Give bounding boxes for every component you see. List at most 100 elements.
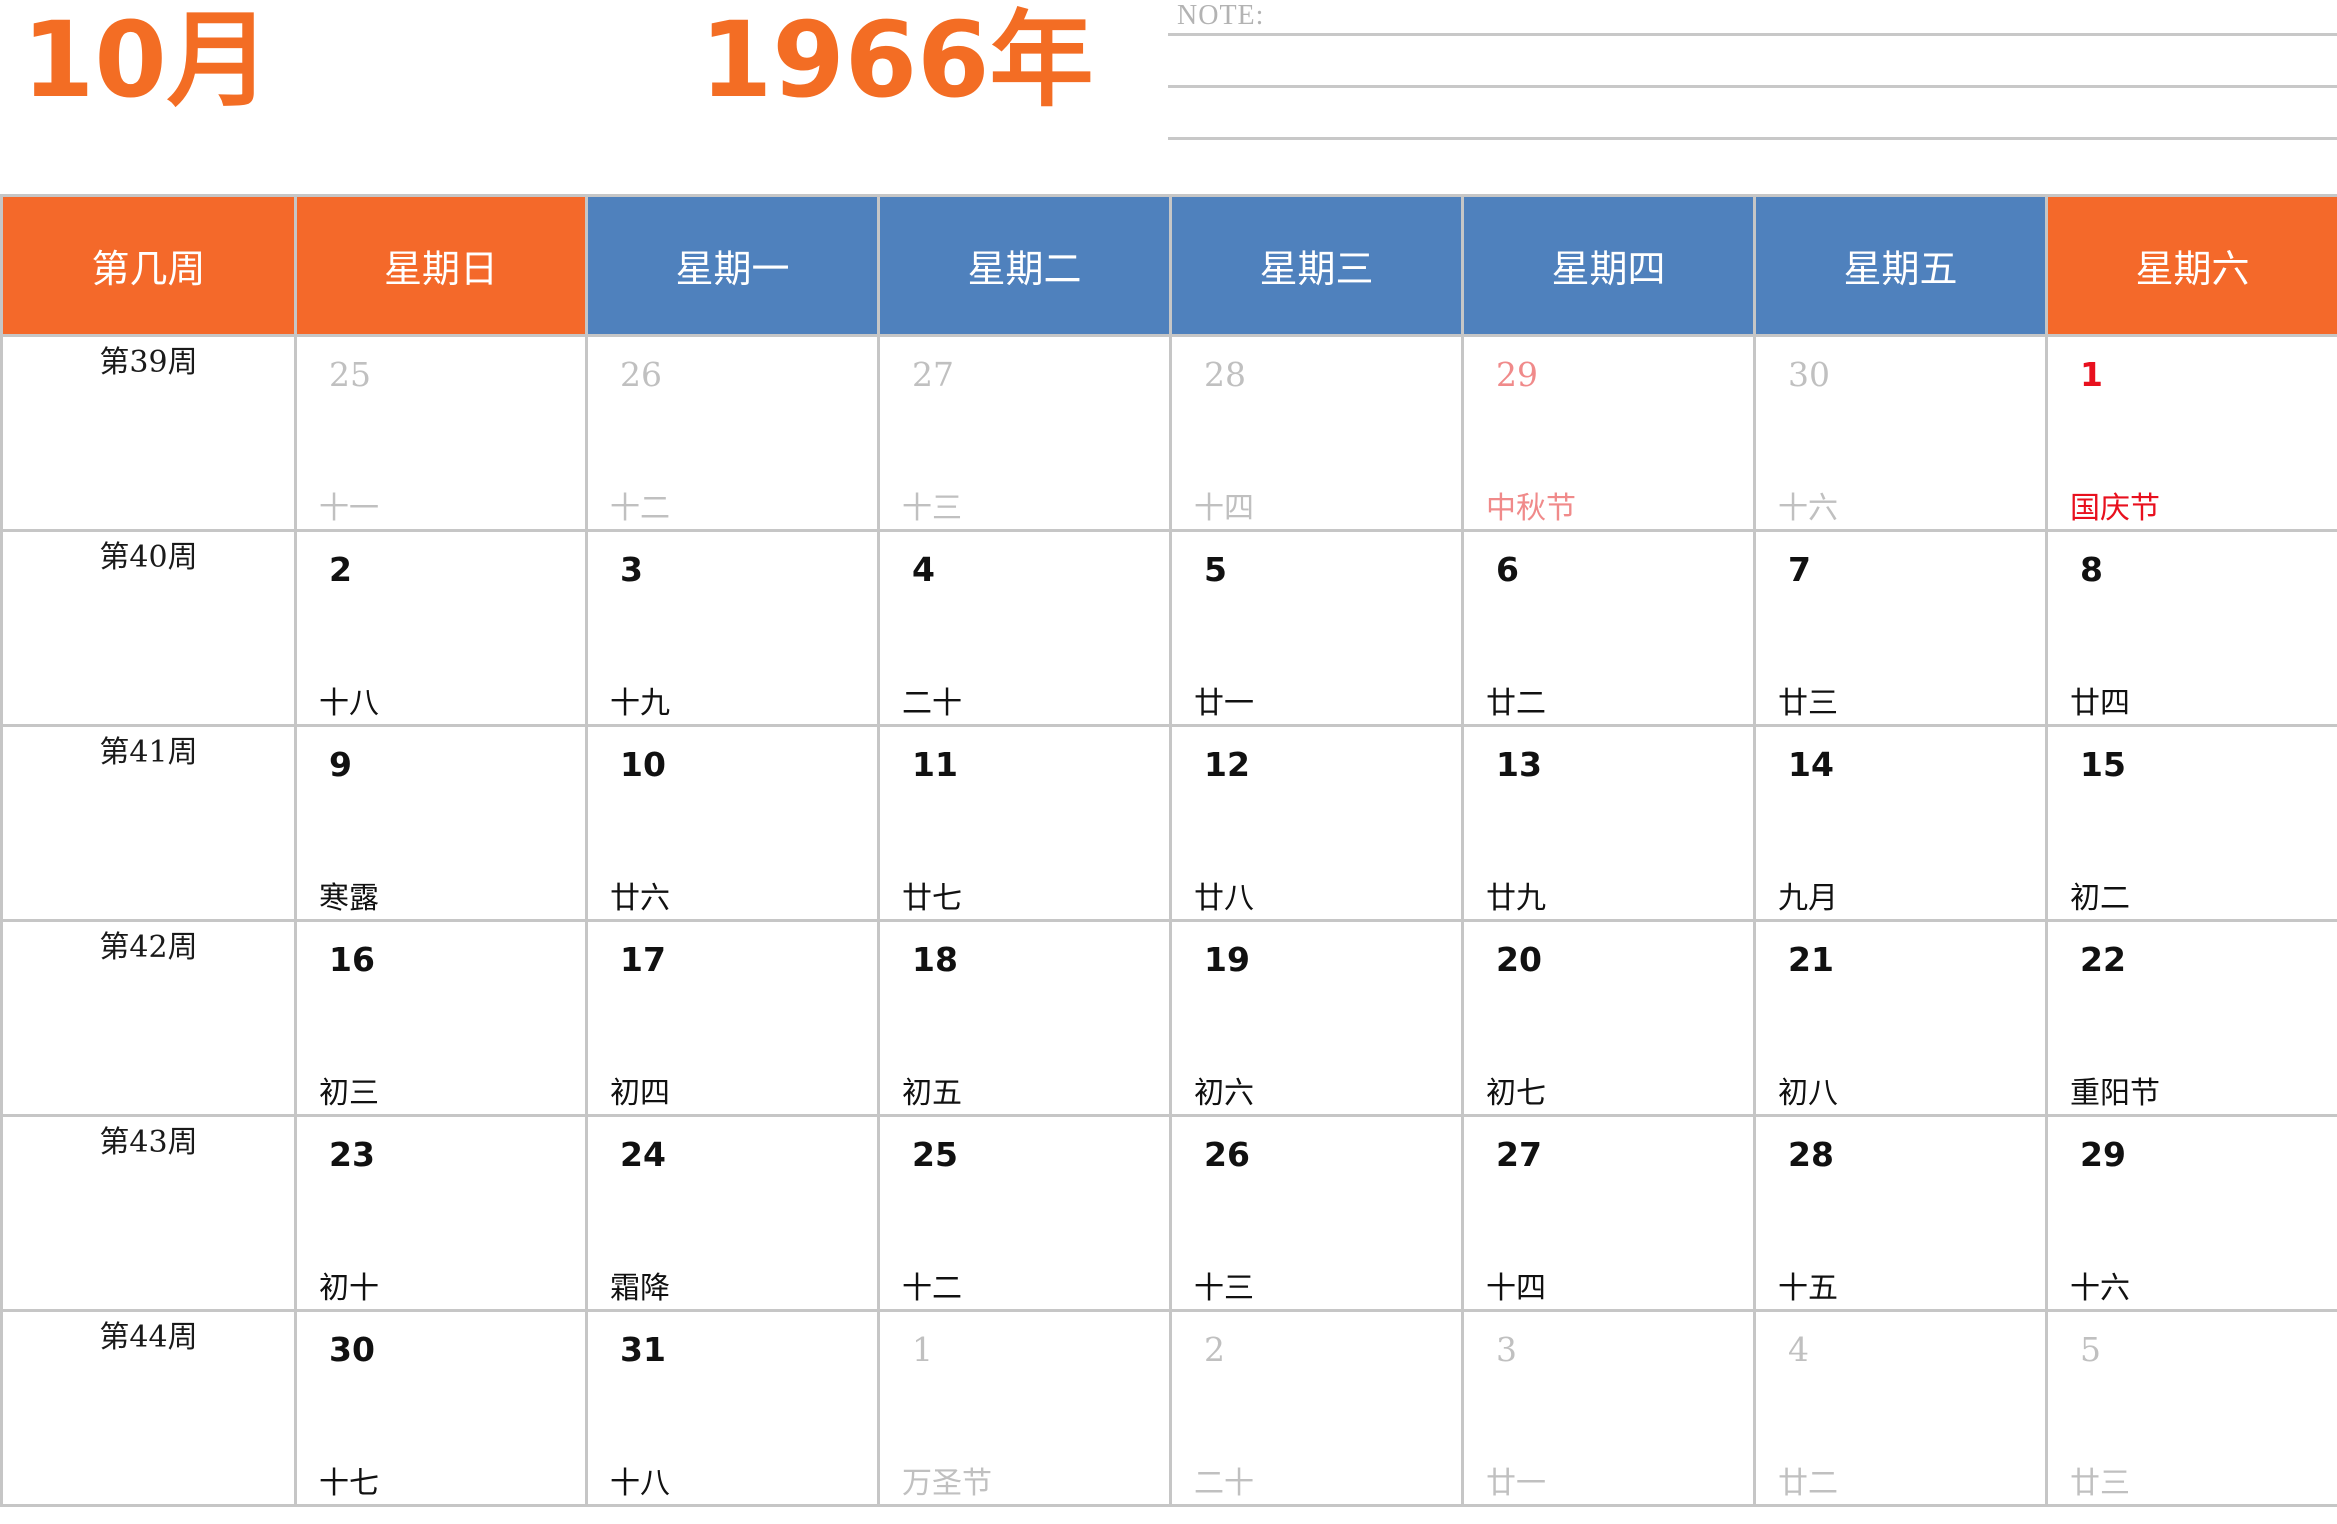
- header-wednesday: 星期三: [1169, 194, 1464, 337]
- day-number: 26: [620, 355, 662, 394]
- calendar-grid: 第几周 星期日 星期一 星期二 星期三 星期四 星期五 星期六 第39周 25 十…: [0, 194, 2337, 1507]
- day-cell[interactable]: 3 廿一: [1461, 1309, 1756, 1507]
- lunar-date: 九月: [1778, 881, 1838, 916]
- day-cell[interactable]: 1 国庆节: [2045, 334, 2337, 532]
- lunar-date: 廿七: [902, 881, 962, 916]
- day-cell[interactable]: 20 初七: [1461, 919, 1756, 1117]
- lunar-date: 十九: [610, 686, 670, 721]
- festival-label: 万圣节: [902, 1466, 992, 1501]
- holiday-label: 国庆节: [2070, 491, 2160, 526]
- day-cell[interactable]: 30 十六: [1753, 334, 2048, 532]
- day-cell[interactable]: 27 十三: [877, 334, 1172, 532]
- day-number: 7: [1788, 550, 1811, 589]
- day-number: 6: [1496, 550, 1519, 589]
- day-cell[interactable]: 25 十二: [877, 1114, 1172, 1312]
- day-cell[interactable]: 13 廿九: [1461, 724, 1756, 922]
- day-cell[interactable]: 7 廿三: [1753, 529, 2048, 727]
- note-line: [1168, 85, 2337, 88]
- lunar-date: 廿一: [1486, 1466, 1546, 1501]
- day-number: 23: [329, 1135, 375, 1174]
- day-cell[interactable]: 17 初四: [585, 919, 880, 1117]
- day-number: 31: [620, 1330, 666, 1369]
- day-cell[interactable]: 9 寒露: [294, 724, 588, 922]
- day-cell[interactable]: 8 廿四: [2045, 529, 2337, 727]
- day-number: 29: [1496, 355, 1538, 394]
- header-thursday: 星期四: [1461, 194, 1756, 337]
- day-number: 22: [2080, 940, 2126, 979]
- lunar-date: 初八: [1778, 1076, 1838, 1111]
- day-cell[interactable]: 27 十四: [1461, 1114, 1756, 1312]
- day-cell[interactable]: 4 廿二: [1753, 1309, 2048, 1507]
- lunar-date: 廿一: [1194, 686, 1254, 721]
- day-number: 27: [1496, 1135, 1542, 1174]
- day-cell[interactable]: 12 廿八: [1169, 724, 1464, 922]
- day-cell[interactable]: 21 初八: [1753, 919, 2048, 1117]
- day-cell[interactable]: 2 十八: [294, 529, 588, 727]
- day-cell[interactable]: 2 二十: [1169, 1309, 1464, 1507]
- lunar-date: 廿三: [1778, 686, 1838, 721]
- day-cell[interactable]: 29 中秋节: [1461, 334, 1756, 532]
- day-cell[interactable]: 19 初六: [1169, 919, 1464, 1117]
- note-label: NOTE:: [1177, 0, 1265, 31]
- day-cell[interactable]: 14 九月: [1753, 724, 2048, 922]
- day-number: 28: [1204, 355, 1246, 394]
- day-cell[interactable]: 5 廿三: [2045, 1309, 2337, 1507]
- lunar-date: 十二: [902, 1271, 962, 1306]
- day-cell[interactable]: 22 重阳节: [2045, 919, 2337, 1117]
- day-number: 11: [912, 745, 958, 784]
- note-line: [1168, 137, 2337, 140]
- day-cell[interactable]: 23 初十: [294, 1114, 588, 1312]
- day-cell[interactable]: 10 廿六: [585, 724, 880, 922]
- day-cell[interactable]: 28 十四: [1169, 334, 1464, 532]
- day-cell[interactable]: 18 初五: [877, 919, 1172, 1117]
- lunar-date: 十七: [319, 1466, 379, 1501]
- day-cell[interactable]: 28 十五: [1753, 1114, 2048, 1312]
- lunar-date: 廿二: [1486, 686, 1546, 721]
- day-number: 2: [329, 550, 352, 589]
- day-number: 29: [2080, 1135, 2126, 1174]
- day-cell[interactable]: 11 廿七: [877, 724, 1172, 922]
- day-cell[interactable]: 26 十二: [585, 334, 880, 532]
- day-cell[interactable]: 16 初三: [294, 919, 588, 1117]
- day-number: 24: [620, 1135, 666, 1174]
- header-friday: 星期五: [1753, 194, 2048, 337]
- lunar-date: 廿九: [1486, 881, 1546, 916]
- week-row: 第39周 25 十一 26 十二 27 十三 28 十四 29 中秋节 30 十六 1 国庆节: [0, 334, 2337, 532]
- day-number: 17: [620, 940, 666, 979]
- lunar-date: 十三: [1194, 1271, 1254, 1306]
- day-cell[interactable]: 24 霜降: [585, 1114, 880, 1312]
- week-number: 第44周: [0, 1309, 297, 1507]
- day-number: 5: [1204, 550, 1227, 589]
- day-cell[interactable]: 6 廿二: [1461, 529, 1756, 727]
- day-number: 30: [1788, 355, 1830, 394]
- day-cell[interactable]: 15 初二: [2045, 724, 2337, 922]
- day-number: 14: [1788, 745, 1834, 784]
- lunar-date: 廿三: [2070, 1466, 2130, 1501]
- week-number: 第42周: [0, 919, 297, 1117]
- day-cell[interactable]: 4 二十: [877, 529, 1172, 727]
- day-cell[interactable]: 26 十三: [1169, 1114, 1464, 1312]
- lunar-date: 十四: [1194, 491, 1254, 526]
- day-number: 13: [1496, 745, 1542, 784]
- day-cell[interactable]: 25 十一: [294, 334, 588, 532]
- day-cell[interactable]: 31 十八: [585, 1309, 880, 1507]
- lunar-date: 十三: [902, 491, 962, 526]
- week-number: 第39周: [0, 334, 297, 532]
- week-row: 第40周 2 十八 3 十九 4 二十 5 廿一 6 廿二 7 廿三 8 廿四: [0, 529, 2337, 727]
- day-number: 3: [1496, 1330, 1517, 1369]
- lunar-date: 初四: [610, 1076, 670, 1111]
- day-cell[interactable]: 1 万圣节: [877, 1309, 1172, 1507]
- header-monday: 星期一: [585, 194, 880, 337]
- day-cell[interactable]: 5 廿一: [1169, 529, 1464, 727]
- lunar-date: 初十: [319, 1271, 379, 1306]
- month-title: 10月: [22, 0, 271, 121]
- day-cell[interactable]: 3 十九: [585, 529, 880, 727]
- week-number: 第40周: [0, 529, 297, 727]
- day-number: 27: [912, 355, 954, 394]
- day-cell[interactable]: 30 十七: [294, 1309, 588, 1507]
- day-number: 25: [329, 355, 371, 394]
- day-cell[interactable]: 29 十六: [2045, 1114, 2337, 1312]
- header-sunday: 星期日: [294, 194, 588, 337]
- day-number: 19: [1204, 940, 1250, 979]
- day-number: 16: [329, 940, 375, 979]
